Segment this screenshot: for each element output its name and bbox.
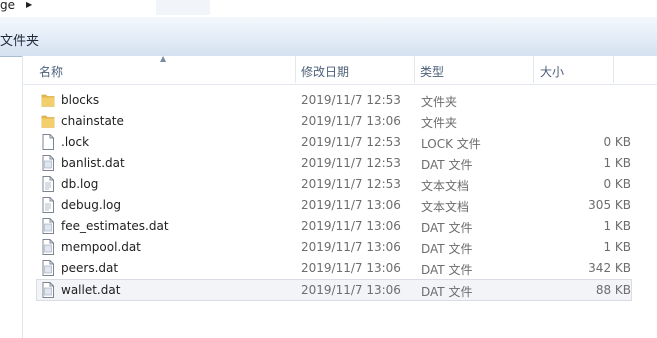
file-type: 文本文档 <box>421 200 470 214</box>
file-name: blocks <box>61 93 100 107</box>
file-row[interactable]: wallet.dat 2019/11/7 13:06 DAT 文件 88 KB <box>36 279 632 301</box>
file-modified-date: 2019/11/7 12:53 <box>301 177 401 191</box>
column-divider[interactable] <box>414 56 415 83</box>
file-size: 0 KB <box>603 177 631 191</box>
data-file-icon <box>41 260 55 276</box>
file-size: 1 KB <box>603 156 631 170</box>
file-size: 0 KB <box>603 135 631 149</box>
data-file-icon <box>41 239 55 255</box>
sort-ascending-icon: ▲ <box>160 54 167 63</box>
file-name: banlist.dat <box>61 156 125 170</box>
file-size: 1 KB <box>603 219 631 233</box>
file-row[interactable]: chainstate 2019/11/7 13:06 文件夹 <box>37 111 631 131</box>
file-modified-date: 2019/11/7 13:06 <box>301 198 401 212</box>
column-header-row: ▲ 名称 修改日期 类型 大小 <box>23 54 657 85</box>
toolbar-folder-label[interactable]: 文件夹 <box>0 30 39 49</box>
column-divider[interactable] <box>613 56 614 83</box>
file-type: DAT 文件 <box>421 221 473 235</box>
column-header-name[interactable]: 名称 <box>39 63 63 80</box>
file-modified-date: 2019/11/7 12:53 <box>301 156 401 170</box>
file-size: 342 KB <box>588 261 631 275</box>
data-file-icon <box>41 218 55 234</box>
file-size: 88 KB <box>595 283 631 297</box>
data-file-icon <box>41 155 55 171</box>
file-name: db.log <box>61 177 99 191</box>
column-header-size[interactable]: 大小 <box>540 63 564 80</box>
file-row[interactable]: peers.dat 2019/11/7 13:06 DAT 文件 342 KB <box>37 258 631 278</box>
address-bar[interactable]: ge ▶ <box>0 0 657 18</box>
file-type: DAT 文件 <box>421 285 473 299</box>
text-file-icon <box>41 197 55 213</box>
file-row[interactable]: fee_estimates.dat 2019/11/7 13:06 DAT 文件 1 … <box>37 216 631 236</box>
file-name: wallet.dat <box>61 283 121 297</box>
file-row[interactable]: mempool.dat 2019/11/7 13:06 DAT 文件 1 KB <box>37 237 631 257</box>
column-header-date[interactable]: 修改日期 <box>301 63 349 80</box>
file-name: mempool.dat <box>61 240 141 254</box>
file-size: 1 KB <box>603 240 631 254</box>
file-row[interactable]: db.log 2019/11/7 12:53 文本文档 0 KB <box>37 174 631 194</box>
file-modified-date: 2019/11/7 13:06 <box>301 114 401 128</box>
file-modified-date: 2019/11/7 13:06 <box>301 219 401 233</box>
file-type: DAT 文件 <box>421 158 473 172</box>
file-modified-date: 2019/11/7 12:53 <box>301 93 401 107</box>
file-row[interactable]: blocks 2019/11/7 12:53 文件夹 <box>37 90 631 110</box>
file-type: LOCK 文件 <box>421 137 481 151</box>
data-file-icon <box>41 282 55 298</box>
file-name: .lock <box>61 135 90 149</box>
file-row[interactable]: .lock 2019/11/7 12:53 LOCK 文件 0 KB <box>37 132 631 152</box>
column-header-type[interactable]: 类型 <box>420 63 444 80</box>
file-name: fee_estimates.dat <box>61 219 169 233</box>
column-divider[interactable] <box>295 56 296 83</box>
file-list[interactable]: ▲ 名称 修改日期 类型 大小 blocks 2019/11/7 12:53 文件夹… <box>22 54 657 338</box>
file-size: 305 KB <box>588 198 631 212</box>
file-type: 文件夹 <box>421 95 458 109</box>
folder-icon <box>41 92 55 108</box>
file-name: peers.dat <box>61 261 119 275</box>
file-icon <box>41 134 55 150</box>
file-name: chainstate <box>61 114 124 128</box>
breadcrumb-segment[interactable]: ge <box>0 0 15 12</box>
file-modified-date: 2019/11/7 13:06 <box>301 283 401 297</box>
file-modified-date: 2019/11/7 12:53 <box>301 135 401 149</box>
blurred-region <box>156 0 210 15</box>
breadcrumb-arrow-icon[interactable]: ▶ <box>26 0 32 9</box>
toolbar: 文件夹 <box>0 17 657 57</box>
file-name: debug.log <box>61 198 121 212</box>
file-row[interactable]: banlist.dat 2019/11/7 12:53 DAT 文件 1 KB <box>37 153 631 173</box>
watermark-text: 知乎 @狗狗币中文资讯 <box>454 302 609 320</box>
folder-icon <box>41 113 55 129</box>
file-modified-date: 2019/11/7 13:06 <box>301 240 401 254</box>
file-row[interactable]: debug.log 2019/11/7 13:06 文本文档 305 KB <box>37 195 631 215</box>
file-modified-date: 2019/11/7 13:06 <box>301 261 401 275</box>
file-type: DAT 文件 <box>421 242 473 256</box>
text-file-icon <box>41 176 55 192</box>
file-type: DAT 文件 <box>421 263 473 277</box>
file-type: 文本文档 <box>421 179 470 193</box>
file-type: 文件夹 <box>421 116 458 130</box>
column-divider[interactable] <box>533 56 534 83</box>
